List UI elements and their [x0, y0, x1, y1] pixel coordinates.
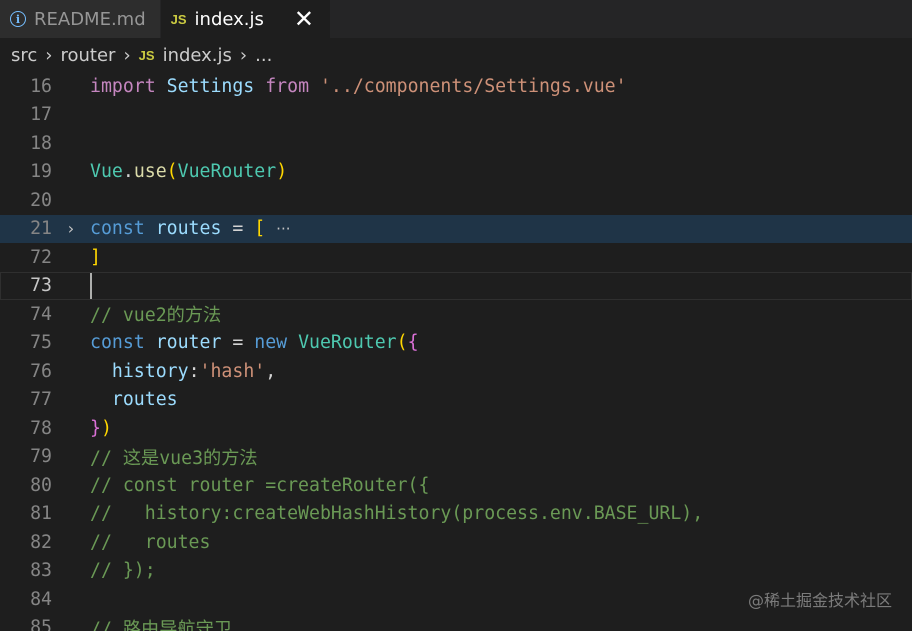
line-number: 75 [30, 332, 52, 354]
breadcrumb: src › router › JS index.js › ... [0, 38, 912, 72]
line-number: 82 [30, 531, 52, 553]
code-line[interactable]: 82 // routes [0, 528, 912, 557]
line-number: 19 [30, 161, 52, 183]
line-content: ] [90, 246, 101, 268]
line-number: 80 [30, 474, 52, 496]
chevron-right-icon: › [45, 44, 53, 66]
code-line-current[interactable]: 73 [0, 271, 912, 301]
breadcrumb-item-src[interactable]: src [11, 45, 37, 66]
tab-index-js[interactable]: JS index.js ✕ [160, 0, 332, 38]
line-content: }) [90, 417, 112, 439]
tab-bar: i README.md JS index.js ✕ [0, 0, 912, 38]
line-content: // 这是vue3的方法 [90, 447, 258, 469]
line-number: 81 [30, 503, 52, 525]
code-line[interactable]: 78 }) [0, 414, 912, 443]
js-file-icon: JS [138, 47, 155, 63]
folded-ellipsis[interactable]: ··· [276, 220, 290, 238]
line-number: 73 [30, 275, 52, 297]
line-number: 85 [30, 617, 52, 631]
code-line[interactable]: 79 // 这是vue3的方法 [0, 443, 912, 472]
info-icon: i [10, 11, 26, 27]
fold-chevron-icon[interactable]: › [52, 219, 90, 238]
line-content: Vue.use(VueRouter) [90, 161, 288, 183]
code-line[interactable]: 20 [0, 186, 912, 215]
line-number: 78 [30, 417, 52, 439]
line-content: // 路由导航守卫 [90, 618, 232, 631]
watermark: @稀土掘金技术社区 [747, 591, 892, 610]
code-line[interactable]: 18 [0, 129, 912, 158]
code-editor[interactable]: 16 import Settings from '../components/S… [0, 72, 912, 631]
tab-label: README.md [34, 8, 146, 30]
tab-readme[interactable]: i README.md [0, 0, 161, 38]
text-cursor [90, 272, 92, 299]
chevron-right-icon: › [239, 44, 248, 66]
line-content: const routes = [ ··· [90, 218, 291, 240]
line-number: 76 [30, 360, 52, 382]
line-number: 79 [30, 446, 52, 468]
line-content: // const router =createRouter({ [90, 474, 430, 496]
line-content: import Settings from '../components/Sett… [90, 75, 627, 97]
code-line-folded[interactable]: 21 › const routes = [ ··· [0, 214, 912, 243]
line-content: // history:createWebHashHistory(process.… [90, 503, 704, 525]
code-line[interactable]: 76 history:'hash', [0, 357, 912, 386]
code-line[interactable]: 16 import Settings from '../components/S… [0, 72, 912, 101]
code-line[interactable]: 74 // vue2的方法 [0, 300, 912, 329]
line-content: // routes [90, 531, 211, 553]
code-line[interactable]: 85 // 路由导航守卫 [0, 614, 912, 631]
line-number: 74 [30, 303, 52, 325]
line-number: 84 [30, 588, 52, 610]
code-line[interactable]: 80 // const router =createRouter({ [0, 471, 912, 500]
line-content: routes [111, 389, 178, 411]
line-number: 21 [30, 218, 52, 240]
code-line[interactable]: 72 ] [0, 243, 912, 272]
breadcrumb-item-symbols[interactable]: ... [255, 45, 272, 66]
breadcrumb-item-router[interactable]: router [60, 45, 115, 66]
breadcrumb-item-file[interactable]: index.js [163, 45, 232, 66]
line-content: // vue2的方法 [90, 305, 222, 327]
line-content [90, 272, 92, 299]
line-number: 18 [30, 132, 52, 154]
close-icon[interactable]: ✕ [294, 7, 314, 31]
line-number: 72 [30, 246, 52, 268]
code-line[interactable]: 75 const router = new VueRouter({ [0, 329, 912, 358]
code-line[interactable]: 19 Vue.use(VueRouter) [0, 158, 912, 187]
line-number: 20 [30, 189, 52, 211]
code-line[interactable]: 81 // history:createWebHashHistory(proce… [0, 500, 912, 529]
line-number: 83 [30, 560, 52, 582]
tab-label: index.js [194, 8, 264, 30]
line-number: 17 [30, 104, 52, 126]
line-content: const router = new VueRouter({ [90, 332, 419, 354]
line-content: history:'hash', [111, 360, 277, 382]
chevron-right-icon: › [123, 44, 131, 66]
line-content: // }); [90, 560, 156, 582]
line-number: 16 [30, 75, 52, 97]
line-number: 77 [30, 389, 52, 411]
code-line[interactable]: 83 // }); [0, 557, 912, 586]
js-file-icon: JS [170, 11, 187, 27]
code-line[interactable]: 17 [0, 101, 912, 130]
code-line[interactable]: 77 routes [0, 386, 912, 415]
